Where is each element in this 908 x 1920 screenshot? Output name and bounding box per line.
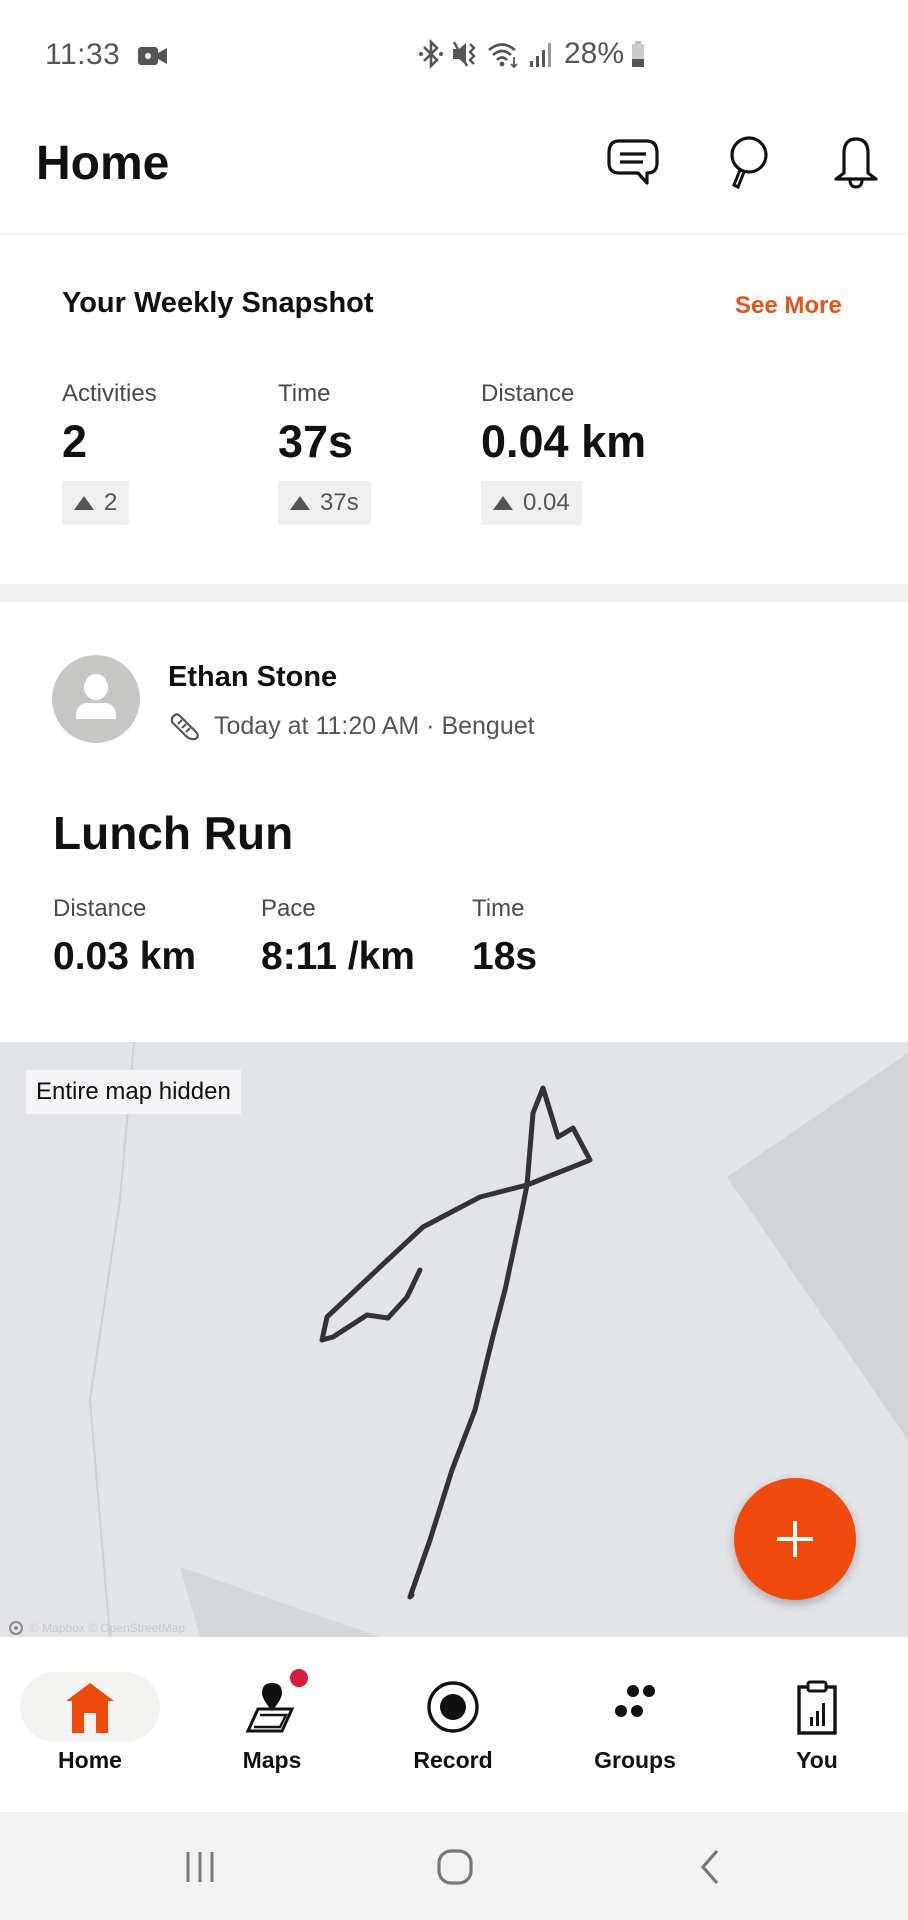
up-triangle-icon [74,496,94,511]
home-system-button[interactable] [425,1842,485,1892]
messages-button[interactable] [603,133,663,193]
status-time: 11:33 [45,38,121,71]
stat-change: 37s [320,489,359,517]
user-placeholder-icon [76,674,116,719]
see-more-link[interactable]: See More [735,292,842,320]
plus-icon [777,1521,813,1557]
record-icon [427,1681,479,1733]
stat-change-badge: 37s [278,481,371,526]
signal-icon [530,43,551,67]
stat-change-badge: 0.04 [481,481,582,526]
snapshot-stat-time: Time 37s 37s [278,380,371,526]
nav-label: Record [413,1747,493,1773]
up-triangle-icon [493,496,513,511]
activity-title[interactable]: Lunch Run [53,806,293,860]
stat-value: 8:11 /km [261,935,415,978]
bell-icon [834,137,878,189]
stat-value: 0.04 km [481,416,647,467]
nav-item-maps[interactable]: Maps [197,1667,347,1787]
stat-label: Time [472,895,525,922]
activity-meta: Today at 11:20 AM · Benguet [168,710,535,742]
map-road-line [88,1042,135,1637]
section-separator [0,584,908,602]
stat-label: Time [278,380,331,407]
back-icon [700,1849,719,1885]
nav-label: Home [58,1747,122,1773]
snapshot-stat-distance: Distance 0.04 km 0.04 [481,380,647,526]
running-shoe-icon [170,713,199,741]
battery-percentage: 28% [564,37,625,70]
stat-value: 18s [472,935,538,978]
video-record-icon [138,47,167,65]
stat-label: Pace [261,895,316,922]
system-nav-bar [0,1812,908,1920]
map-area-shape [727,1053,908,1440]
mapbox-logo-icon [9,1621,23,1635]
activity-stat-distance: Distance 0.03 km [53,895,196,979]
search-button[interactable] [717,133,777,193]
nav-item-groups[interactable]: Groups [560,1667,710,1787]
nav-label: Groups [594,1747,676,1773]
add-button[interactable] [734,1478,856,1600]
activity-stat-pace: Pace 8:11 /km [261,895,415,979]
search-icon [730,136,768,190]
nav-item-record[interactable]: Record [378,1667,528,1787]
recent-apps-button[interactable] [170,1842,230,1892]
map-hidden-label: Entire map hidden [26,1070,241,1114]
stat-label: Distance [481,380,575,407]
home-icon [66,1683,114,1733]
stat-change: 2 [104,489,118,517]
stat-value: 0.03 km [53,935,197,978]
notification-dot [290,1669,308,1687]
groups-icon [615,1685,655,1717]
activity-date-location: Today at 11:20 AM · Benguet [214,711,535,740]
nav-label: Maps [242,1747,302,1773]
snapshot-stat-activities: Activities 2 2 [62,380,157,526]
map-attribution[interactable]: © Mapbox © OpenStreetMap [8,1620,185,1636]
route-line [319,1085,593,1600]
attribution-text: © Mapbox © OpenStreetMap [30,1621,186,1635]
nav-item-you[interactable]: You [742,1667,892,1787]
nav-label: You [796,1747,838,1773]
notifications-button[interactable] [826,133,886,193]
map-area-shape [180,1567,380,1637]
recent-apps-icon [186,1852,214,1882]
nav-item-home[interactable]: Home [15,1667,165,1787]
header-divider [0,233,908,235]
activity-stat-time: Time 18s [472,895,537,979]
stat-change-badge: 2 [62,481,130,526]
home-circle-icon [437,1849,473,1885]
bottom-nav: Home Maps Record Groups You [0,1637,908,1812]
maps-icon [245,1683,295,1733]
stat-value: 37s [278,416,354,467]
stat-change: 0.04 [523,489,570,517]
up-triangle-icon [290,496,310,511]
wifi-icon [488,43,518,69]
you-icon [797,1680,837,1735]
status-icons: 28% [418,36,646,72]
bluetooth-icon [419,39,443,69]
page-title: Home [36,137,170,190]
chat-icon [607,139,659,185]
athlete-name[interactable]: Ethan Stone [168,661,337,694]
stat-label: Distance [53,895,147,922]
back-button[interactable] [680,1842,740,1892]
avatar[interactable] [52,655,140,743]
stat-label: Activities [62,380,157,407]
vibrate-mute-icon [452,41,476,67]
weekly-snapshot-title: Your Weekly Snapshot [62,287,374,319]
stat-value: 2 [62,416,88,467]
battery-icon [632,41,645,67]
